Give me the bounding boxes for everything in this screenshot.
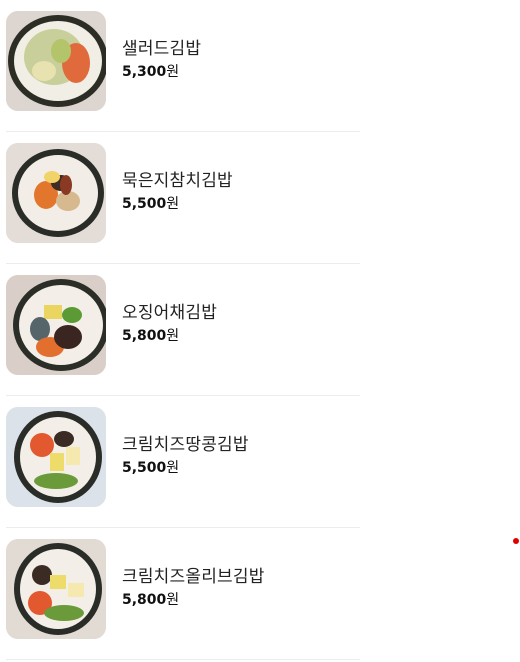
menu-item-name: 샐러드김밥 xyxy=(122,39,202,59)
menu-item[interactable]: 샐러드김밥 5,300원 xyxy=(6,0,360,132)
menu-list: 샐러드김밥 5,300원 묵은지참치김밥 5,500원 오징어채김밥 5,800… xyxy=(0,0,360,660)
menu-item[interactable]: 묵은지참치김밥 5,500원 xyxy=(6,132,360,264)
squid-gimbap-photo[interactable] xyxy=(6,275,106,375)
menu-item-price: 5,500원 xyxy=(122,196,180,212)
menu-item-name: 오징어채김밥 xyxy=(122,303,218,323)
menu-item-price: 5,800원 xyxy=(122,592,180,608)
menu-item-price: 5,300원 xyxy=(122,64,180,80)
menu-item-name: 크림치즈올리브김밥 xyxy=(122,567,265,587)
menu-item[interactable]: 오징어채김밥 5,800원 xyxy=(6,264,360,396)
menu-item-name: 크림치즈땅콩김밥 xyxy=(122,435,249,455)
red-indicator-dot xyxy=(513,538,519,544)
kimchi-tuna-gimbap-photo[interactable] xyxy=(6,143,106,243)
menu-item-price: 5,500원 xyxy=(122,460,180,476)
cream-cheese-peanut-gimbap-photo[interactable] xyxy=(6,407,106,507)
cream-cheese-olive-gimbap-photo[interactable] xyxy=(6,539,106,639)
salad-gimbap-photo[interactable] xyxy=(6,11,106,111)
menu-item-name: 묵은지참치김밥 xyxy=(122,171,233,191)
menu-item-price: 5,800원 xyxy=(122,328,180,344)
menu-item[interactable]: 크림치즈땅콩김밥 5,500원 xyxy=(6,396,360,528)
menu-item[interactable]: 크림치즈올리브김밥 5,800원 xyxy=(6,528,360,660)
